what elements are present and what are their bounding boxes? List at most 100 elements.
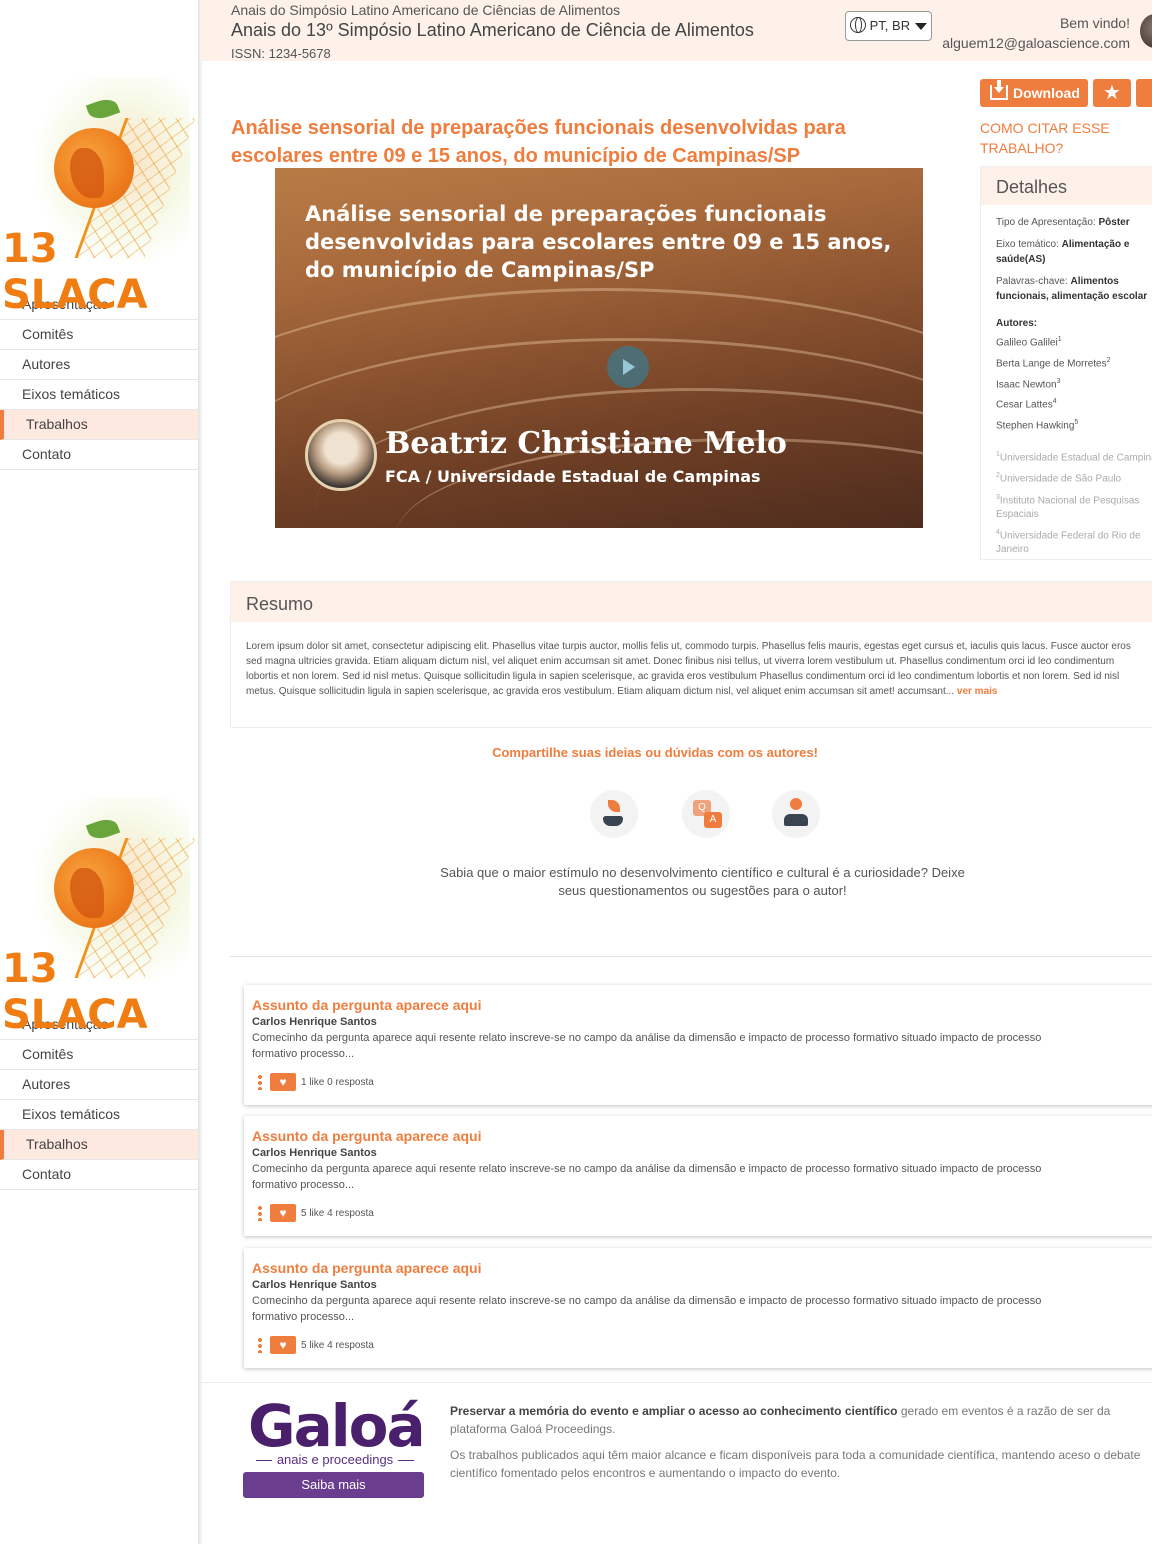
question-author: Carlos Henrique Santos — [252, 1016, 377, 1028]
author-item[interactable]: Cesar Lattes4 — [996, 393, 1152, 414]
heart-icon: ♥ — [279, 1338, 287, 1353]
author-sup: 5 — [1074, 419, 1079, 427]
question-subject[interactable]: Assunto da pergunta aparece aqui — [252, 1126, 1152, 1146]
read-more-link[interactable]: ver mais — [957, 686, 998, 697]
user-avatar[interactable] — [1140, 14, 1152, 48]
author-item[interactable]: Stephen Hawking5 — [996, 414, 1152, 435]
sidebar-item-contato[interactable]: Contato — [0, 440, 198, 470]
like-button[interactable]: ♥ — [270, 1073, 296, 1092]
presenter-name: Beatriz Christiane Melo — [385, 426, 787, 461]
kebab-menu-icon[interactable] — [258, 1074, 262, 1091]
presenter-institution: FCA / Universidade Estadual de Campinas — [385, 467, 761, 486]
globe-icon — [850, 17, 866, 33]
affiliation-name: Universidade Federal do Rio de Janeiro — [996, 530, 1141, 556]
sidebar-item-comites[interactable]: Comitês — [0, 320, 198, 350]
affiliation-name: Instituto Nacional de Pesquisas Espaciai… — [996, 495, 1140, 521]
play-icon[interactable] — [607, 346, 649, 388]
question-stats: 1 like 0 resposta — [301, 1077, 374, 1088]
galoa-logo[interactable]: Galoá — [248, 1392, 426, 1460]
presentation-type: Tipo de Apresentação: Pôster — [996, 215, 1152, 230]
author-item[interactable]: Galileo Galilei1 — [996, 331, 1152, 352]
video-title: Análise sensorial de preparações funcion… — [305, 202, 892, 282]
footer-paragraph-1-bold: Preservar a memória do evento e ampliar … — [450, 1404, 898, 1418]
question-card[interactable]: Assunto da pergunta aparece aqui Carlos … — [244, 1116, 1152, 1236]
author-name: Galileo Galilei — [996, 337, 1058, 349]
kebab-menu-icon[interactable] — [258, 1205, 262, 1222]
footer-divider — [200, 1382, 1152, 1383]
author-sup: 3 — [1056, 377, 1061, 385]
sidebar-item-autores[interactable]: Autores — [0, 1070, 198, 1100]
author-item[interactable]: Isaac Newton3 — [996, 373, 1152, 394]
question-stats: 5 like 4 resposta — [301, 1208, 374, 1219]
top-header: Anais do Simpósio Latino Americano de Ci… — [200, 0, 1152, 61]
event-logo[interactable]: 13 SLACA — [0, 78, 198, 318]
video-player[interactable]: Análise sensorial de preparações funcion… — [275, 168, 923, 528]
affiliation-item: 3Instituto Nacional de Pesquisas Espacia… — [996, 491, 1152, 522]
question-subject[interactable]: Assunto da pergunta aparece aqui — [252, 1258, 1152, 1278]
sidebar-item-autores[interactable]: Autores — [0, 350, 198, 380]
caret-down-icon — [915, 23, 927, 30]
language-select[interactable]: PT, BR — [845, 11, 932, 41]
authors-heading: Autores: — [996, 318, 1038, 329]
event-logo[interactable]: 13 SLACA — [0, 798, 198, 1038]
details-panel: Detalhes Tipo de Apresentação: Pôster Ei… — [980, 166, 1152, 560]
axis-label: Eixo temático: — [996, 239, 1059, 250]
question-subject[interactable]: Assunto da pergunta aparece aqui — [252, 995, 1152, 1015]
download-icon — [990, 80, 1008, 100]
sidebar-item-trabalhos[interactable]: Trabalhos — [0, 410, 198, 440]
section-divider — [230, 956, 1152, 957]
heart-icon: ♥ — [279, 1206, 287, 1221]
issn: ISSN: 1234-5678 — [231, 46, 331, 61]
author-name: Isaac Newton — [996, 378, 1057, 390]
learn-more-button[interactable]: Saiba mais — [243, 1472, 424, 1498]
favorite-button[interactable]: ★ — [1093, 79, 1131, 107]
event-title[interactable]: Anais do 13º Simpósio Latino Americano d… — [231, 20, 754, 41]
sidebar-item-trabalhos[interactable]: Trabalhos — [0, 1130, 198, 1160]
presenter-avatar — [305, 419, 377, 491]
author-name: Berta Lange de Morretes — [996, 358, 1107, 370]
affiliation-name: Universidade de São Paulo — [999, 473, 1122, 485]
footer-paragraph-1: Preservar a memória do evento e ampliar … — [450, 1402, 1152, 1438]
affiliation-item: 4Universidade Federal do Rio de Janeiro — [996, 526, 1152, 557]
author-item[interactable]: Berta Lange de Morretes2 — [996, 352, 1152, 373]
plant-hand-icon — [590, 790, 638, 838]
affiliation-item: 1Universidade Estadual de Campinas — [996, 448, 1152, 465]
like-button[interactable]: ♥ — [270, 1204, 296, 1223]
galoa-logo-subtitle: anais e proceedings — [250, 1452, 420, 1467]
cite-link[interactable]: COMO CITAR ESSE TRABALHO? — [980, 118, 1140, 158]
star-icon: ★ — [1103, 82, 1121, 104]
share-button[interactable] — [1136, 79, 1152, 107]
download-button[interactable]: Download — [980, 79, 1088, 107]
footer-paragraph-2: Os trabalhos publicados aqui têm maior a… — [450, 1448, 1141, 1480]
abstract-heading: Resumo — [231, 582, 1152, 622]
keywords-label: Palavras-chave: — [996, 276, 1068, 287]
presentation-type-label: Tipo de Apresentação: — [996, 217, 1096, 228]
question-card[interactable]: Assunto da pergunta aparece aqui Carlos … — [244, 985, 1152, 1105]
author-name: Stephen Hawking — [996, 420, 1075, 432]
sidebar-item-comites[interactable]: Comitês — [0, 1040, 198, 1070]
author-sup: 4 — [1052, 398, 1057, 406]
abstract-section: Resumo Lorem ipsum dolor sit amet, conse… — [230, 581, 1152, 728]
like-button[interactable]: ♥ — [270, 1336, 296, 1355]
question-answer-icon — [682, 790, 730, 838]
question-card[interactable]: Assunto da pergunta aparece aqui Carlos … — [244, 1248, 1152, 1368]
share-text: Sabia que o maior estímulo no desenvolvi… — [440, 865, 965, 898]
sidebar-item-contato[interactable]: Contato — [0, 1160, 198, 1190]
sidebar: 13 SLACA Apresentação Comitês Autores Ei… — [0, 78, 198, 470]
sidebar-item-eixos[interactable]: Eixos temáticos — [0, 380, 198, 410]
people-icon — [772, 790, 820, 838]
affiliation-item: 2Universidade de São Paulo — [996, 469, 1152, 486]
keywords: Palavras-chave: Alimentos funcionais, al… — [996, 274, 1152, 304]
affiliations: 1Universidade Estadual de Campinas 2Univ… — [996, 448, 1152, 557]
sidebar-item-eixos[interactable]: Eixos temáticos — [0, 1100, 198, 1130]
question-meta: ♥ 5 like 4 resposta — [252, 1204, 374, 1224]
abstract-text: Lorem ipsum dolor sit amet, consectetur … — [231, 622, 1152, 699]
question-meta: ♥ 1 like 0 resposta — [252, 1073, 374, 1093]
sidebar-divider — [198, 0, 203, 1544]
welcome-text: Bem vindo! — [1059, 15, 1130, 31]
user-welcome[interactable]: Bem vindo! alguem12@galoascience.com — [942, 13, 1130, 53]
abstract-body: Lorem ipsum dolor sit amet, consectetur … — [246, 641, 1131, 697]
kebab-menu-icon[interactable] — [258, 1337, 262, 1354]
details-heading: Detalhes — [981, 167, 1152, 205]
share-heading: Compartilhe suas ideias ou dúvidas com o… — [492, 745, 818, 760]
